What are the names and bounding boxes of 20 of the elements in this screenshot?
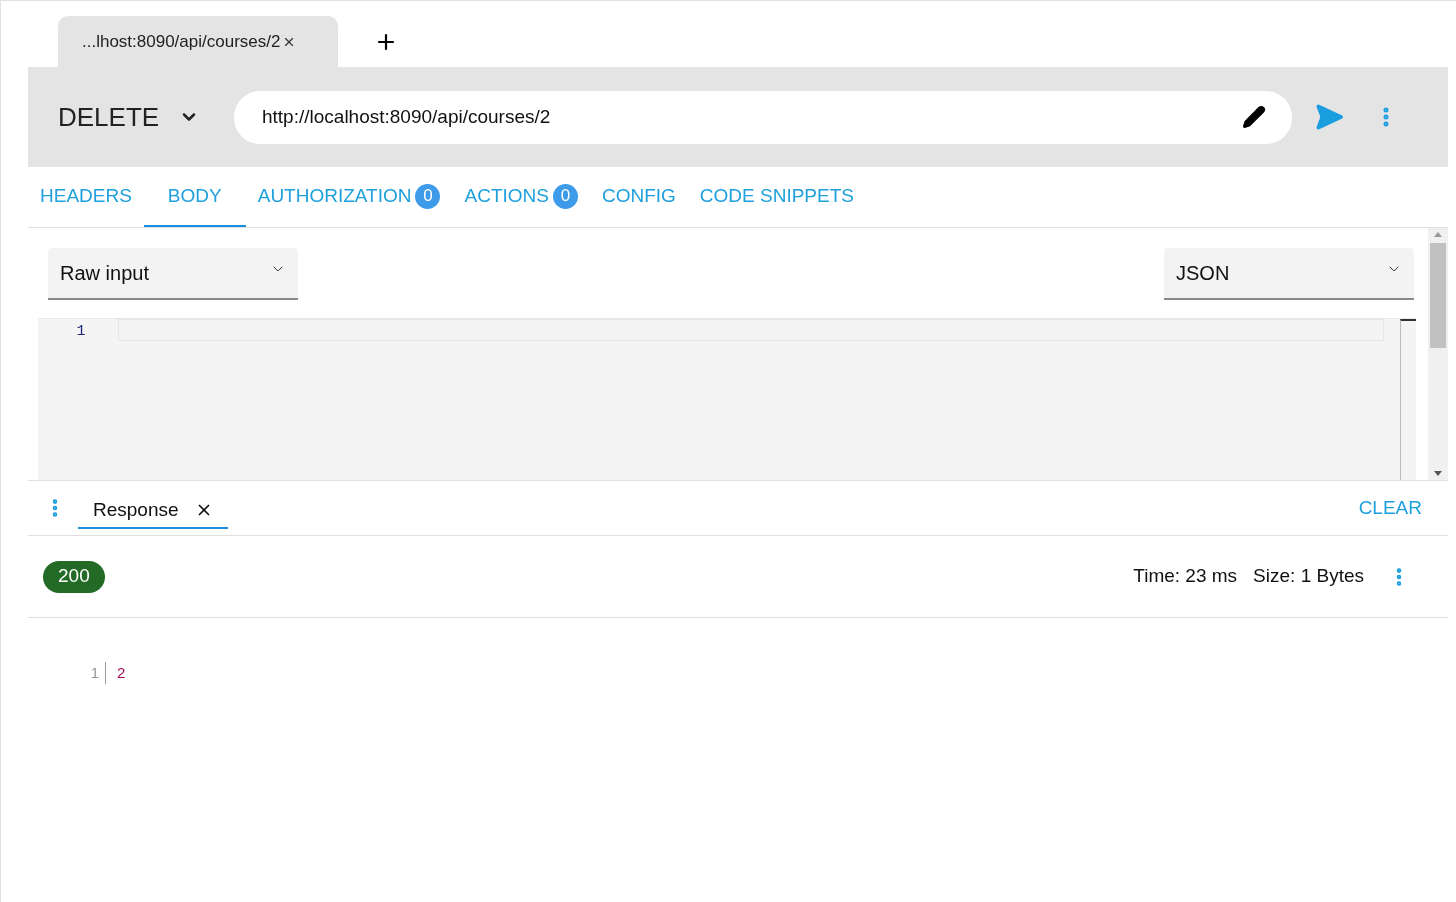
pencil-icon[interactable] bbox=[1242, 105, 1266, 129]
status-badge: 200 bbox=[43, 560, 105, 593]
line-number: 1 bbox=[76, 322, 86, 342]
input-type-dropdown[interactable]: Raw input bbox=[48, 248, 298, 300]
editor-scrollbar[interactable] bbox=[1400, 319, 1416, 480]
count-badge: 0 bbox=[415, 183, 441, 209]
tab-title: ...lhost:8090/api/courses/2 bbox=[82, 30, 281, 53]
request-tab[interactable]: ...lhost:8090/api/courses/2 bbox=[58, 16, 338, 67]
response-time: Time: 23 ms bbox=[1133, 564, 1238, 589]
count-badge: 0 bbox=[552, 183, 578, 209]
response-tab[interactable]: Response bbox=[78, 493, 228, 529]
response-size: Size: 1 Bytes bbox=[1253, 564, 1364, 589]
format-dropdown[interactable]: JSON bbox=[1164, 248, 1414, 300]
line-number: 1 bbox=[86, 661, 106, 685]
send-icon[interactable] bbox=[1314, 102, 1344, 132]
url-field[interactable]: http://localhost:8090/api/courses/2 bbox=[234, 90, 1292, 144]
method-dropdown[interactable]: DELETE bbox=[58, 97, 234, 137]
response-value: 2 bbox=[116, 662, 126, 683]
scrollbar[interactable] bbox=[1428, 228, 1448, 480]
code-editor[interactable]: 1 bbox=[38, 318, 1416, 480]
